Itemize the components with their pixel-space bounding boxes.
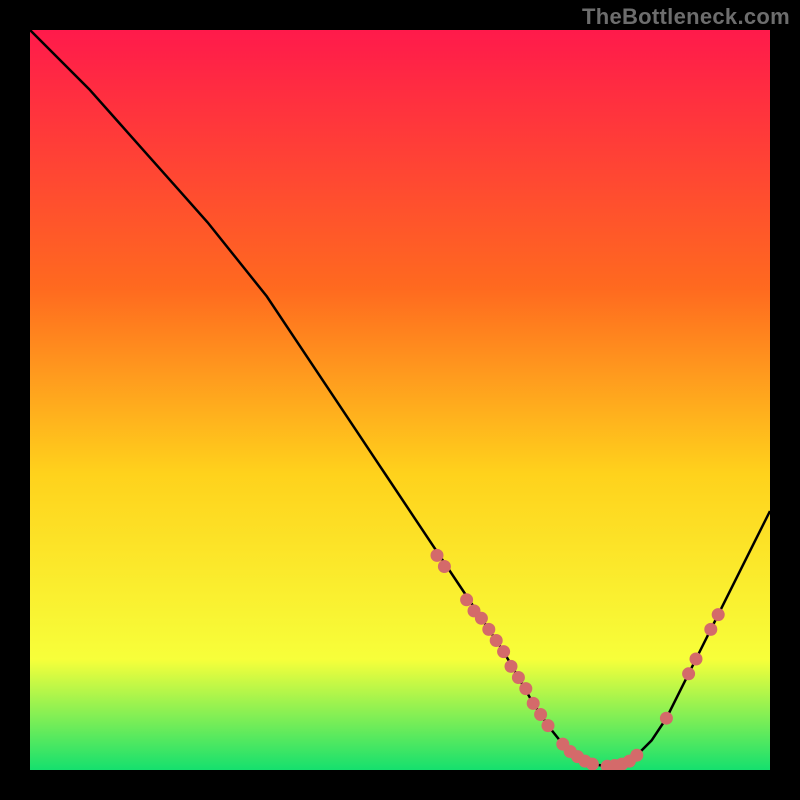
data-point [431, 549, 444, 562]
data-point [460, 593, 473, 606]
data-point [534, 708, 547, 721]
data-point [482, 623, 495, 636]
data-point [630, 749, 643, 762]
watermark-text: TheBottleneck.com [582, 4, 790, 30]
data-point [512, 671, 525, 684]
data-point [712, 608, 725, 621]
data-point [690, 653, 703, 666]
data-point [475, 612, 488, 625]
data-point [497, 645, 510, 658]
data-point [527, 697, 540, 710]
bottleneck-chart [30, 30, 770, 770]
data-point [660, 712, 673, 725]
chart-frame: TheBottleneck.com [0, 0, 800, 800]
gradient-background [30, 30, 770, 770]
data-point [490, 634, 503, 647]
data-point [682, 667, 695, 680]
data-point [438, 560, 451, 573]
data-point [505, 660, 518, 673]
chart-svg [30, 30, 770, 770]
data-point [704, 623, 717, 636]
data-point [519, 682, 532, 695]
data-point [542, 719, 555, 732]
data-point [586, 758, 599, 770]
